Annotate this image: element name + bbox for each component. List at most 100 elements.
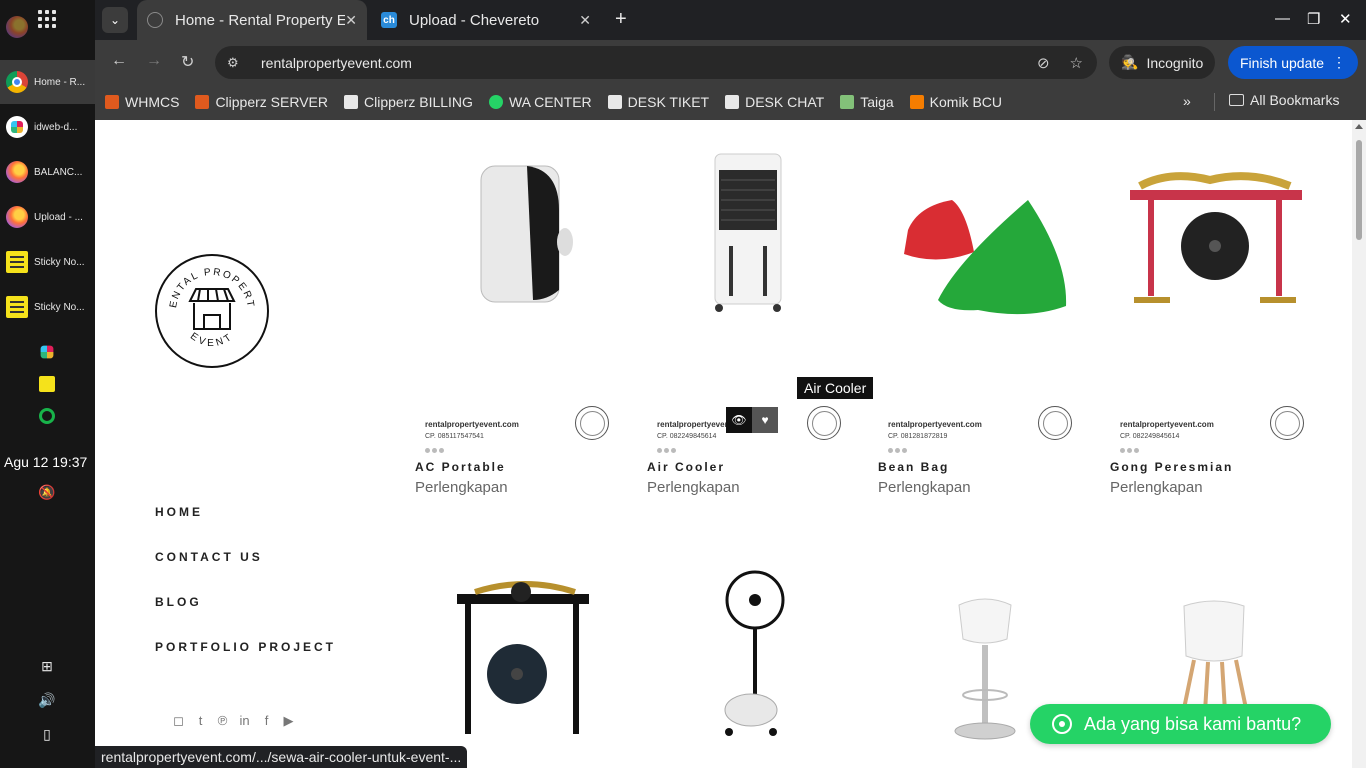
taskbar-item-label: Upload - ... [34,211,83,223]
kebab-menu-icon: ⋮ [1332,54,1346,70]
blogger-icon [909,95,924,109]
bean-bag-image[interactable] [878,150,1078,330]
forward-icon[interactable]: → [146,52,162,70]
back-icon[interactable]: ← [111,52,127,70]
linkedin-icon[interactable]: in [238,713,251,729]
watermark-site: rentalpropertyevent.com [425,420,519,429]
bookmark-desk-tiket[interactable]: DESK TIKET [607,94,709,110]
hover-tooltip: Air Cooler [797,377,874,399]
tab-upload[interactable]: ch Upload - Chevereto ✕ [371,0,601,40]
taskbar-item-firefox-upload[interactable]: Upload - ... [0,195,95,239]
close-tab-icon[interactable]: ✕ [345,12,357,29]
taskbar-item-sticky-1[interactable]: Sticky No... [0,240,95,284]
finish-update-button[interactable]: Finish update ⋮ [1228,46,1358,79]
bookmark-desk-chat[interactable]: DESK CHAT [725,94,824,110]
product-title[interactable]: Air Cooler [647,460,725,474]
tray-recycle-icon[interactable] [39,408,55,424]
bookmark-wa-center[interactable]: WA CENTER [488,94,592,110]
product-image-bar-stool[interactable] [945,595,1025,745]
product-category[interactable]: Perlengkapan [1110,479,1203,496]
product-category[interactable]: Perlengkapan [878,479,971,496]
maximize-icon[interactable]: ❐ [1307,10,1320,28]
bookmark-label: DESK CHAT [745,94,825,110]
taskbar-item-label: Sticky No... [34,301,85,313]
product-category[interactable]: Perlengkapan [647,479,740,496]
scroll-up-icon[interactable] [1355,124,1363,129]
product-image-gong-stand[interactable] [455,580,595,740]
product-title[interactable]: AC Portable [415,460,506,474]
minimize-icon[interactable]: — [1275,10,1290,27]
reload-icon[interactable]: ↻ [181,52,194,72]
tab-search-chevron-icon[interactable]: ⌄ [102,7,128,33]
star-badge-icon [344,95,358,109]
tab-home[interactable]: Home - Rental Property E ✕ [137,0,367,40]
taskbar-item-slack[interactable]: idweb-d... [0,105,95,149]
facebook-icon[interactable]: f [260,713,273,729]
tab-title: Upload - Chevereto [409,11,540,29]
desk-icon [607,95,622,109]
tray-slack-icon[interactable] [40,345,54,359]
scrollbar-thumb[interactable] [1356,140,1362,240]
site-logo[interactable]: RENTAL PROPERTY EVENT [154,253,270,369]
site-info-icon[interactable]: ⚙ [227,55,247,71]
battery-icon[interactable]: ▯ [36,726,58,743]
all-bookmarks-button[interactable]: All Bookmarks [1229,92,1339,108]
product-image-misty-fan[interactable] [715,570,795,740]
bookmark-star-icon[interactable]: ☆ [1070,54,1083,72]
social-links: ◻ t ℗ in f ▶ [172,713,295,729]
watermark-phone: CP. 082249845614 [1120,433,1180,440]
browser-window: ⌄ Home - Rental Property E ✕ ch Upload -… [95,0,1366,768]
logo-text-bottom: EVENT [188,331,233,349]
clock[interactable]: Agu 12 19:37 [4,454,87,470]
svg-text:EVENT: EVENT [188,331,236,349]
taskbar-item-sticky-2[interactable]: Sticky No... [0,285,95,329]
os-taskbar: Home - R... idweb-d... BALANC... Upload … [0,0,95,768]
pinterest-icon[interactable]: ℗ [216,713,229,729]
nav-portfolio-project[interactable]: PORTFOLIO PROJECT [155,640,336,654]
watermark-site: rentalpropertyevent.com [888,420,982,429]
nav-blog[interactable]: BLOG [155,595,202,609]
chat-label: Ada yang bisa kami bantu? [1084,713,1302,734]
bookmark-komik-bcu[interactable]: Komik BCU [909,94,1002,110]
air-cooler-image[interactable] [647,150,847,330]
gong-image[interactable] [1110,150,1310,330]
watermark-seal-icon [1038,406,1072,440]
tab-title: Home - Rental Property E [175,11,346,29]
image-dots [425,448,444,453]
bookmark-clipperz-billing[interactable]: Clipperz BILLING [344,94,473,110]
notifications-off-icon[interactable]: 🔕 [36,484,58,501]
network-icon[interactable]: ⊞ [36,658,58,675]
taskbar-item-chrome[interactable]: Home - R... [0,60,95,104]
wishlist-heart-icon[interactable]: ♥ [752,407,778,433]
address-bar[interactable]: ⚙ rentalpropertyevent.com ⊘ ☆ [215,46,1097,79]
quick-view-eye-icon[interactable]: 👁 [726,407,752,433]
nav-home[interactable]: HOME [155,505,203,519]
close-window-icon[interactable]: ✕ [1339,10,1352,28]
close-tab-icon[interactable]: ✕ [579,12,591,29]
page-scrollbar[interactable] [1352,120,1366,768]
taiga-icon [840,95,855,109]
taskbar-item-partial[interactable] [0,16,95,38]
bookmark-whmcs[interactable]: WHMCS [105,94,179,110]
quick-actions: 👁 ♥ [726,407,778,433]
volume-icon[interactable]: 🔊 [36,692,58,709]
tracking-protection-icon[interactable]: ⊘ [1037,54,1050,72]
new-tab-icon[interactable]: + [615,8,627,31]
nav-contact-us[interactable]: CONTACT US [155,550,263,564]
bookmark-taiga[interactable]: Taiga [840,94,894,110]
instagram-icon[interactable]: ◻ [172,713,185,729]
tumblr-icon[interactable]: t [194,713,207,729]
bookmark-clipperz-server[interactable]: Clipperz SERVER [195,94,328,110]
more-bookmarks-icon[interactable]: » [1183,93,1191,109]
tray-sticky-icon[interactable] [39,376,55,392]
youtube-icon[interactable]: ▶ [282,713,295,729]
bookmark-label: WA CENTER [508,94,592,110]
product-title[interactable]: Gong Peresmian [1110,460,1233,474]
ac-portable-image[interactable] [415,150,615,330]
incognito-badge[interactable]: 🕵 Incognito [1109,46,1216,79]
whatsapp-chat-button[interactable]: Ada yang bisa kami bantu? [1030,704,1331,744]
product-title[interactable]: Bean Bag [878,460,949,474]
taskbar-item-firefox-balance[interactable]: BALANC... [0,150,95,194]
taskbar-item-label: Home - R... [34,76,86,88]
product-category[interactable]: Perlengkapan [415,479,508,496]
